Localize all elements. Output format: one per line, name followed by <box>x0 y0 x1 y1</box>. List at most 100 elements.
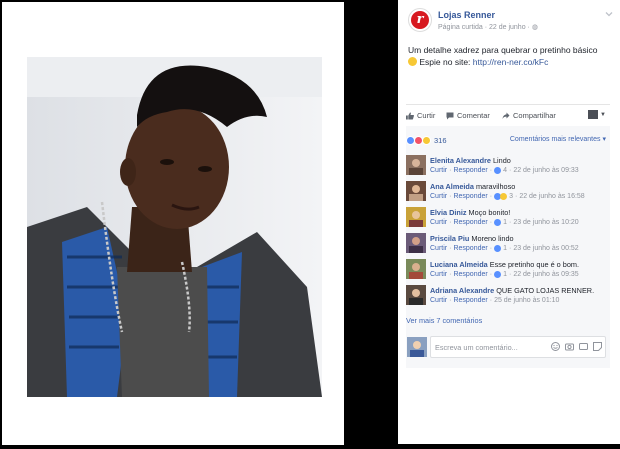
comment-sort-dropdown[interactable]: Comentários mais relevantes ▾ <box>510 135 606 143</box>
comment-time[interactable]: 22 de junho às 09:35 <box>513 271 578 278</box>
thumbs-up-icon <box>406 112 414 119</box>
comment-like-link[interactable]: Curtir <box>430 297 447 304</box>
avatar[interactable] <box>406 233 426 253</box>
post-meta: Página curtida · 22 de junho · ◍ <box>438 24 538 31</box>
comment-reply-link[interactable]: Responder <box>453 219 487 226</box>
comment-author[interactable]: Adriana Alexandre <box>430 286 494 295</box>
comment-sort-label: Comentários mais relevantes <box>509 136 601 143</box>
post-link[interactable]: http://ren-ner.co/kFc <box>473 57 549 67</box>
like-reaction-icon <box>494 219 502 226</box>
comment-text: maravilhoso <box>475 182 516 191</box>
comment-item: Elvia Diniz Moço bonito! Curtir · Respon… <box>406 206 610 230</box>
comment-box[interactable] <box>430 336 606 358</box>
smiley-emoji-icon <box>408 57 417 66</box>
share-icon <box>502 112 510 119</box>
comment-reply-link[interactable]: Responder <box>453 271 487 278</box>
page-name-link[interactable]: Lojas Renner <box>438 10 495 20</box>
comment-like-link[interactable]: Curtir <box>430 271 447 278</box>
post-text-prefix: Espie no site: <box>419 57 471 67</box>
post-header: r Lojas Renner Página curtida · 22 de ju… <box>408 8 613 36</box>
comment-reply-link[interactable]: Responder <box>453 167 487 174</box>
like-reaction-icon <box>494 167 502 174</box>
avatar[interactable] <box>406 181 426 201</box>
comment-like-count[interactable]: 4 <box>503 167 507 174</box>
comment-time[interactable]: 25 de junho às 01:10 <box>494 297 559 304</box>
like-reaction-icon <box>494 245 502 252</box>
comment-like-count[interactable]: 3 <box>509 193 513 200</box>
chevron-down-icon[interactable] <box>605 10 613 18</box>
comment-author[interactable]: Ana Almeida <box>430 182 474 191</box>
comment-item: Luciana Almeida Esse pretinho que é o bo… <box>406 258 610 282</box>
comment-reply-link[interactable]: Responder <box>453 245 487 252</box>
comment-composer <box>406 334 610 360</box>
comment-text: Lindo <box>493 156 511 165</box>
reaction-count: 316 <box>434 135 447 145</box>
post-text-line1: Um detalhe xadrez para quebrar o pretinh… <box>408 45 598 55</box>
audience-selector[interactable]: ▼ <box>588 110 606 119</box>
like-button[interactable]: Curtir <box>406 111 435 120</box>
comment-like-link[interactable]: Curtir <box>430 167 447 174</box>
bottom-edge <box>398 444 620 449</box>
comment-item: Priscila Piu Moreno lindo Curtir · Respo… <box>406 232 610 256</box>
avatar[interactable] <box>406 207 426 227</box>
comment-reply-link[interactable]: Responder <box>453 297 487 304</box>
post-photo[interactable] <box>27 57 322 397</box>
composer-icons <box>551 342 602 351</box>
comment-item: Adriana Alexandre QUE GATO LOJAS RENNER.… <box>406 284 610 308</box>
share-label: Compartilhar <box>513 111 556 120</box>
renner-logo-icon: r <box>411 11 429 29</box>
comment-icon <box>446 112 454 119</box>
comment-author[interactable]: Luciana Almeida <box>430 260 488 269</box>
comment-like-link[interactable]: Curtir <box>430 219 447 226</box>
comment-time[interactable]: 22 de junho às 16:58 <box>519 193 584 200</box>
reaction-summary[interactable]: 316 <box>406 134 447 146</box>
comment-time[interactable]: 23 de junho às 10:20 <box>513 219 578 226</box>
photo-frame <box>2 2 344 445</box>
emoji-icon[interactable] <box>551 342 560 351</box>
divider <box>406 104 610 105</box>
comment-author[interactable]: Elvia Diniz <box>430 208 467 217</box>
avatar[interactable] <box>406 259 426 279</box>
comments-section: 316 Comentários mais relevantes ▾ Elenit… <box>406 126 610 368</box>
comment-like-link[interactable]: Curtir <box>430 193 447 200</box>
gif-icon[interactable] <box>579 342 588 351</box>
comment-time[interactable]: 23 de junho às 00:52 <box>513 245 578 252</box>
avatar[interactable] <box>406 155 426 175</box>
comment-reply-link[interactable]: Responder <box>453 193 487 200</box>
comment-text: Esse pretinho que é o bom. <box>489 260 579 269</box>
caret-down-icon: ▼ <box>600 111 606 118</box>
comment-text: Moreno lindo <box>471 234 514 243</box>
view-more-comments-link[interactable]: Ver mais 7 comentários <box>406 316 482 325</box>
page-avatar-small-icon <box>588 110 599 119</box>
post-text: Um detalhe xadrez para quebrar o pretinh… <box>408 44 613 68</box>
post-sidebar: r Lojas Renner Página curtida · 22 de ju… <box>398 0 620 449</box>
post-date[interactable]: 22 de junho <box>489 24 526 31</box>
comment-text: Moço bonito! <box>468 208 511 217</box>
comment-time[interactable]: 22 de junho às 09:33 <box>513 167 578 174</box>
photo-viewer <box>0 0 345 449</box>
comment-text: QUE GATO LOJAS RENNER. <box>496 286 595 295</box>
comment-input[interactable] <box>435 340 545 354</box>
like-label: Curtir <box>417 111 436 120</box>
comment-like-count[interactable]: 1 <box>503 245 507 252</box>
comment-button[interactable]: Comentar <box>446 111 490 120</box>
comment-like-count[interactable]: 1 <box>503 271 507 278</box>
comment-item: Elenita Alexandre Lindo Curtir · Respond… <box>406 154 610 178</box>
page-liked-label: Página curtida <box>438 24 483 31</box>
comment-like-count[interactable]: 1 <box>503 219 507 226</box>
avatar[interactable] <box>406 285 426 305</box>
avatar[interactable] <box>407 337 427 357</box>
comment-author[interactable]: Elenita Alexandre <box>430 156 491 165</box>
wow-reaction-icon <box>422 135 431 145</box>
globe-icon: ◍ <box>531 24 538 31</box>
like-reaction-icon <box>494 271 502 278</box>
camera-icon[interactable] <box>565 342 574 351</box>
share-button[interactable]: Compartilhar <box>502 111 556 120</box>
comment-label: Comentar <box>457 111 490 120</box>
comment-author[interactable]: Priscila Piu <box>430 234 469 243</box>
page-avatar[interactable]: r <box>408 8 432 32</box>
comment-like-link[interactable]: Curtir <box>430 245 447 252</box>
sticker-icon[interactable] <box>593 342 602 351</box>
comment-item: Ana Almeida maravilhoso Curtir · Respond… <box>406 180 610 204</box>
wow-reaction-icon <box>500 193 508 200</box>
